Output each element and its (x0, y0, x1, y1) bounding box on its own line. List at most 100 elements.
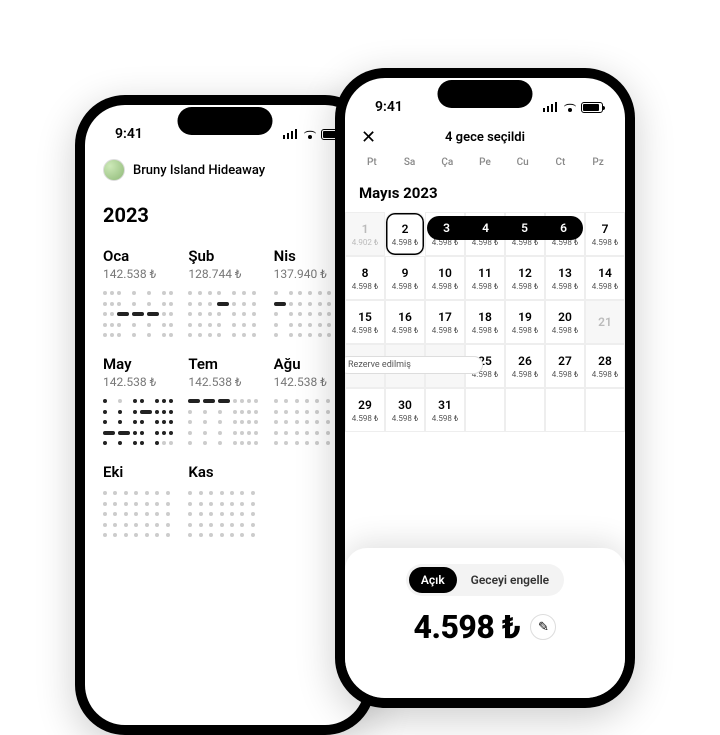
day-price: 4.598 ₺ (592, 282, 619, 291)
month-grid: Oca142.538 ₺Şub128.744 ₺Nis137.940 ₺May1… (85, 237, 365, 541)
day-price: 4.598 ₺ (552, 282, 579, 291)
wifi-icon (563, 102, 577, 112)
day-number: 31 (438, 398, 452, 412)
calendar-day[interactable]: 29 4.598 ₺ (345, 388, 385, 432)
month-cell[interactable]: Eki (103, 453, 176, 541)
day-number: 17 (438, 310, 452, 324)
calendar-day[interactable]: 26 4.598 ₺ (505, 344, 545, 388)
calendar-day[interactable]: 21 (585, 300, 625, 344)
day-number: 1 (362, 222, 369, 236)
day-price: 4.598 ₺ (352, 414, 379, 423)
device-notch (178, 107, 273, 135)
day-price: 4.598 ₺ (552, 370, 579, 379)
pencil-icon: ✎ (538, 620, 549, 635)
calendar-day[interactable]: 274.598 ₺ (545, 344, 585, 388)
calendar-day[interactable]: 31 4.598 ₺ (425, 388, 465, 432)
wifi-icon (303, 129, 317, 139)
month-abbr: Tem (188, 355, 261, 373)
calendar-day (465, 388, 505, 432)
month-revenue: 142.538 ₺ (103, 375, 176, 389)
month-abbr: May (103, 355, 176, 373)
calendar-day[interactable]: 15 4.598 ₺ (345, 300, 385, 344)
availability-toggle[interactable]: Açık Geceyi engelle (406, 564, 564, 596)
month-cell[interactable]: Şub128.744 ₺ (188, 237, 261, 341)
weekday-row: PtSaÇaPeCuCtPz (345, 155, 625, 174)
calendar-day (545, 388, 585, 432)
calendar-day[interactable]: 18 4.598 ₺ (465, 300, 505, 344)
day-price: 4.598 ₺ (432, 414, 459, 423)
calendar-day[interactable]: 74.598 ₺ (585, 212, 625, 256)
weekday-cell: Pz (579, 157, 617, 168)
calendar-day[interactable]: 94.598 ₺ (385, 256, 425, 300)
calendar-day[interactable]: 304.598 ₺ (385, 388, 425, 432)
status-icons (543, 102, 603, 113)
month-dot-grid (103, 399, 173, 449)
month-cell[interactable]: Oca142.538 ₺ (103, 237, 176, 341)
calendar-day[interactable]: 144.598 ₺ (585, 256, 625, 300)
selected-day-number: 3 (427, 221, 466, 235)
weekday-cell: Sa (391, 157, 429, 168)
day-number: 18 (478, 310, 492, 324)
day-number: 21 (598, 315, 612, 329)
calendar-day[interactable]: 13 4.598 ₺ (545, 256, 585, 300)
day-number: 10 (438, 266, 452, 280)
day-price: 4.598 ₺ (552, 326, 579, 335)
battery-icon (581, 102, 603, 113)
weekday-cell: Cu (504, 157, 542, 168)
listing-name: Bruny Island Hideaway (133, 163, 265, 178)
month-dot-grid (188, 291, 258, 341)
weekday-cell: Ct (542, 157, 580, 168)
day-number: 9 (402, 266, 409, 280)
calendar-day[interactable]: 24.598 ₺ (385, 212, 425, 256)
month-dot-grid (188, 491, 258, 541)
day-number: 20 (558, 310, 572, 324)
toggle-open[interactable]: Açık (409, 567, 457, 593)
day-number: 29 (358, 398, 372, 412)
day-number: 28 (598, 354, 612, 368)
signal-icon (543, 102, 559, 112)
phone-year-overview: 9:41 Bruny Island Hideaway 2023 Oca142.5… (75, 95, 375, 735)
close-icon[interactable]: ✕ (361, 129, 376, 147)
toggle-block[interactable]: Geceyi engelle (459, 567, 561, 593)
day-number: 11 (478, 266, 492, 280)
selection-title: 4 gece seçildi (445, 130, 525, 145)
day-price: 4.598 ₺ (352, 326, 379, 335)
reserved-pill[interactable]: Rezerve edilmiş (345, 356, 483, 374)
nightly-price: 4.598 ₺ (414, 608, 521, 646)
month-revenue: 142.538 ₺ (103, 267, 176, 281)
selected-range-pill[interactable]: 3456 (427, 216, 583, 240)
day-number: 15 (358, 310, 372, 324)
calendar-day[interactable]: 194.598 ₺ (505, 300, 545, 344)
calendar-day[interactable]: 114.598 ₺ (465, 256, 505, 300)
day-price: 4.598 ₺ (592, 370, 619, 379)
day-price: 4.598 ₺ (472, 326, 499, 335)
day-price: 4.598 ₺ (512, 326, 539, 335)
day-number: 13 (558, 266, 572, 280)
calendar-day[interactable]: 174.598 ₺ (425, 300, 465, 344)
listing-selector[interactable]: Bruny Island Hideaway (85, 149, 365, 185)
month-cell[interactable]: May 142.538 ₺ (103, 345, 176, 449)
day-price: 4.598 ₺ (392, 414, 419, 423)
day-price: 4.598 ₺ (352, 282, 379, 291)
edit-price-button[interactable]: ✎ (530, 614, 556, 640)
calendar-day[interactable]: 8 4.598 ₺ (345, 256, 385, 300)
price-row: 4.598 ₺ ✎ (414, 608, 557, 646)
month-abbr: Kas (188, 463, 261, 481)
month-revenue: 142.538 ₺ (188, 375, 261, 389)
month-cell[interactable]: Tem 142.538 ₺ (188, 345, 261, 449)
calendar-day[interactable]: 124.598 ₺ (505, 256, 545, 300)
calendar-day[interactable]: 20 4.598 ₺ (545, 300, 585, 344)
status-time: 9:41 (375, 99, 403, 115)
calendar-day[interactable]: 28 4.598 ₺ (585, 344, 625, 388)
status-icons (283, 129, 343, 140)
calendar-day[interactable]: 104.598 ₺ (425, 256, 465, 300)
day-price: 4.598 ₺ (512, 370, 539, 379)
calendar-day[interactable]: 14.902 ₺ (345, 212, 385, 256)
listing-avatar (103, 159, 125, 181)
month-dot-grid (274, 399, 344, 449)
day-number: 26 (518, 354, 532, 368)
calendar-day[interactable]: 164.598 ₺ (385, 300, 425, 344)
month-cell[interactable]: Kas (188, 453, 261, 541)
screen-year-overview: 9:41 Bruny Island Hideaway 2023 Oca142.5… (85, 105, 365, 725)
day-number: 8 (362, 266, 369, 280)
